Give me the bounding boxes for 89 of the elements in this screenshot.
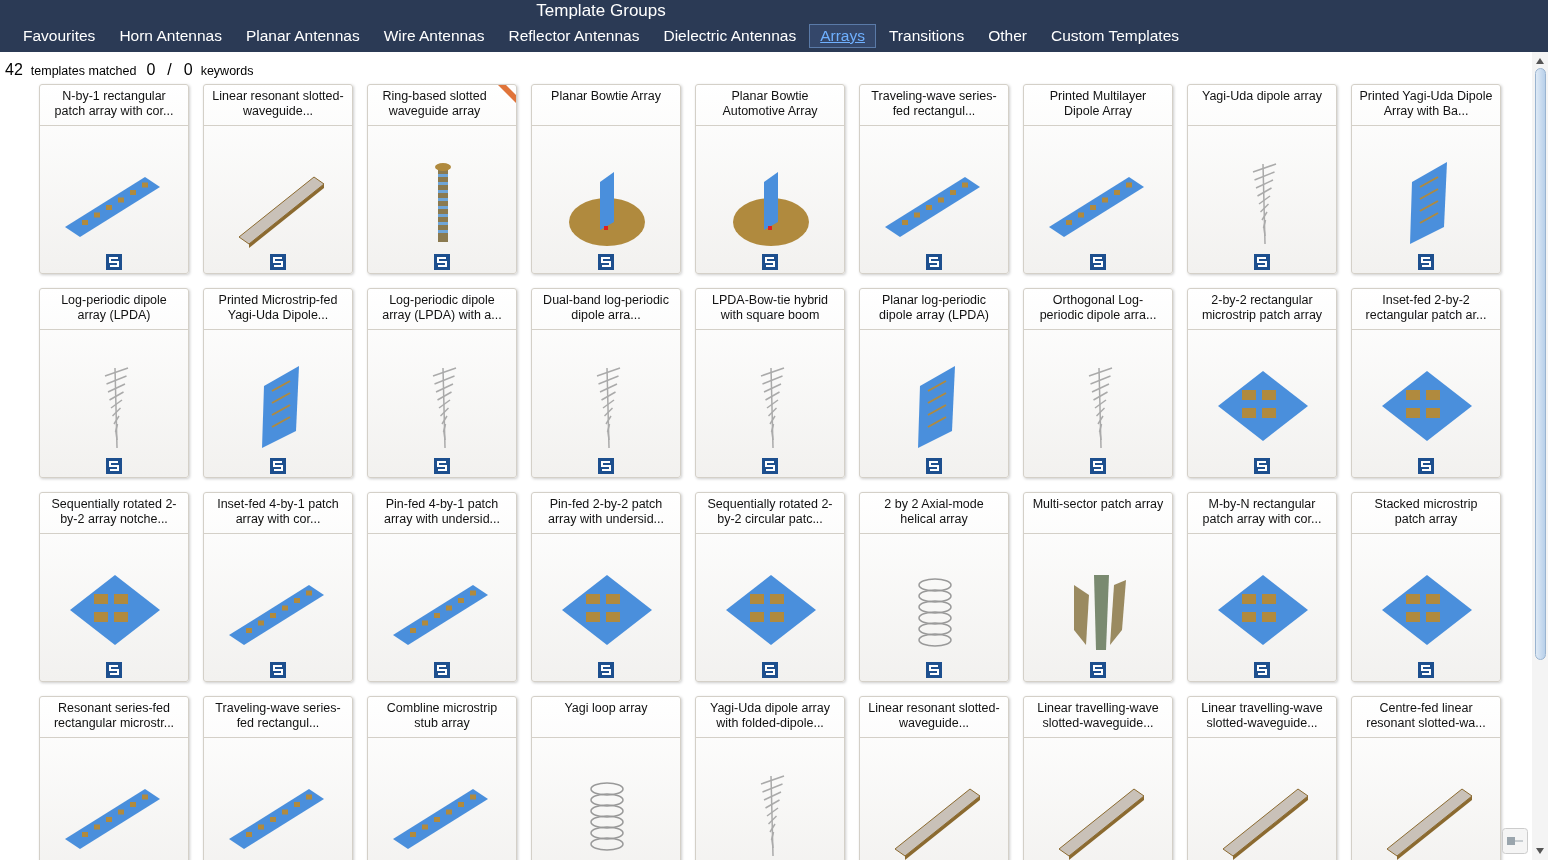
template-card[interactable]: Pin-fed 4-by-1 patch array with undersid... — [367, 492, 517, 682]
template-card[interactable]: Pin-fed 2-by-2 patch array with undersid... — [531, 492, 681, 682]
template-card[interactable]: Yagi-Uda dipole array with folded-dipole... — [695, 696, 845, 860]
template-title: Printed Multilayer Dipole Array — [1048, 89, 1148, 120]
template-card[interactable]: Traveling-wave series-fed rectangul... — [203, 696, 353, 860]
template-title: Planar Bowtie Automotive Array — [721, 89, 819, 120]
template-title: Traveling-wave series-fed rectangul... — [214, 701, 342, 732]
template-card[interactable]: Printed Microstrip-fed Yagi-Uda Dipole... — [203, 288, 353, 478]
keyword-label: keywords — [200, 63, 254, 80]
template-card[interactable]: Sequentially rotated 2-by-2 circular patc... — [695, 492, 845, 682]
template-card[interactable]: Printed Yagi-Uda Dipole Array with Ba... — [1351, 84, 1501, 274]
match-label: templates matched — [30, 63, 137, 80]
template-title: Inset-fed 2-by-2 rectangular patch ar... — [1364, 293, 1488, 324]
template-card[interactable]: 2-by-2 rectangular microstrip patch array — [1187, 288, 1337, 478]
separator: / — [167, 60, 172, 80]
template-title: Pin-fed 2-by-2 patch array with undersid... — [547, 497, 665, 528]
group-tab[interactable]: Favourites — [12, 24, 107, 48]
template-title: Orthogonal Log-periodic dipole arra... — [1038, 293, 1158, 324]
template-title: N-by-1 rectangular patch array with cor... — [53, 89, 175, 120]
template-card[interactable]: Resonant series-fed rectangular microstr... — [39, 696, 189, 860]
template-title: LPDA-Bow-tie hybrid with square boom — [711, 293, 829, 324]
group-tab[interactable]: Reflector Antennas — [497, 24, 651, 48]
template-card[interactable]: Log-periodic dipole array (LPDA) with a... — [367, 288, 517, 478]
keyword-total: 0 — [183, 60, 193, 80]
header-title: Template Groups — [536, 0, 666, 22]
template-card[interactable]: Log-periodic dipole array (LPDA) — [39, 288, 189, 478]
match-count: 42 — [5, 60, 23, 80]
group-tab[interactable]: Horn Antennas — [108, 24, 233, 48]
template-card[interactable]: Sequentially rotated 2-by-2 array notche... — [39, 492, 189, 682]
template-title: Log-periodic dipole array (LPDA) — [60, 293, 168, 324]
template-card[interactable]: Dual-band log-periodic dipole arra... — [531, 288, 681, 478]
group-tab[interactable]: Arrays — [809, 24, 876, 48]
group-tab[interactable]: Wire Antennas — [372, 24, 496, 48]
group-tab[interactable]: Custom Templates — [1039, 24, 1191, 48]
template-card[interactable]: N-by-1 rectangular patch array with cor... — [39, 84, 189, 274]
template-title: Linear travelling-wave slotted-waveguide... — [1036, 701, 1160, 732]
keyword-matched: 0 — [146, 60, 156, 80]
template-title: Resonant series-fed rectangular microstr... — [52, 701, 176, 732]
template-card[interactable]: Ring-based slotted waveguide array — [367, 84, 517, 274]
template-title: Yagi-Uda dipole array with folded-dipole... — [709, 701, 831, 732]
template-title: 2-by-2 rectangular microstrip patch array — [1200, 293, 1324, 324]
template-title: Yagi-Uda dipole array — [1202, 89, 1322, 105]
template-title: Combline microstrip stub array — [385, 701, 499, 732]
template-title: Inset-fed 4-by-1 patch array with cor... — [216, 497, 340, 528]
template-title: Centre-fed linear resonant slotted-wa... — [1365, 701, 1487, 732]
template-title: Printed Yagi-Uda Dipole Array with Ba... — [1359, 89, 1493, 120]
template-card[interactable]: Yagi loop array — [531, 696, 681, 860]
template-card[interactable]: 2 by 2 Axial-mode helical array — [859, 492, 1009, 682]
template-card[interactable]: Planar log-periodic dipole array (LPDA) — [859, 288, 1009, 478]
template-card[interactable]: Traveling-wave series-fed rectangul... — [859, 84, 1009, 274]
template-card[interactable]: Linear resonant slotted-waveguide... — [203, 84, 353, 274]
template-card[interactable]: Linear resonant slotted-waveguide... — [859, 696, 1009, 860]
template-title: Sequentially rotated 2-by-2 circular patc... — [706, 497, 834, 528]
template-title: Linear resonant slotted-waveguide... — [867, 701, 1001, 732]
template-title: Multi-sector patch array — [1032, 497, 1164, 513]
template-title: Traveling-wave series-fed rectangul... — [870, 89, 998, 120]
template-title: Printed Microstrip-fed Yagi-Uda Dipole... — [217, 293, 339, 324]
template-title: M-by-N rectangular patch array with cor... — [1201, 497, 1323, 528]
template-card[interactable]: Inset-fed 2-by-2 rectangular patch ar... — [1351, 288, 1501, 478]
group-tab[interactable]: Dielectric Antennas — [652, 24, 808, 48]
group-tab[interactable]: Other — [977, 24, 1038, 48]
template-card[interactable]: LPDA-Bow-tie hybrid with square boom — [695, 288, 845, 478]
template-card[interactable]: Stacked microstrip patch array — [1351, 492, 1501, 682]
template-title: Sequentially rotated 2-by-2 array notche... — [50, 497, 178, 528]
template-title: Stacked microstrip patch array — [1373, 497, 1479, 528]
template-title: Dual-band log-periodic dipole arra... — [542, 293, 670, 324]
template-title: Yagi loop array — [564, 701, 648, 717]
template-title: Log-periodic dipole array (LPDA) with a... — [381, 293, 503, 324]
template-card[interactable]: Multi-sector patch array — [1023, 492, 1173, 682]
template-title: 2 by 2 Axial-mode helical array — [883, 497, 985, 528]
template-card[interactable]: Linear travelling-wave slotted-waveguide... — [1023, 696, 1173, 860]
template-title: Ring-based slotted waveguide array — [381, 89, 488, 120]
template-card[interactable]: M-by-N rectangular patch array with cor... — [1187, 492, 1337, 682]
template-title: Planar log-periodic dipole array (LPDA) — [878, 293, 990, 324]
template-card[interactable]: Combline microstrip stub array — [367, 696, 517, 860]
group-tab[interactable]: Transitions — [877, 24, 976, 48]
template-title: Planar Bowtie Array — [551, 89, 661, 105]
template-card[interactable]: Orthogonal Log-periodic dipole arra... — [1023, 288, 1173, 478]
template-title: Linear travelling-wave slotted-waveguide... — [1200, 701, 1324, 732]
template-card[interactable]: Centre-fed linear resonant slotted-wa... — [1351, 696, 1501, 860]
template-title: Pin-fed 4-by-1 patch array with undersid... — [383, 497, 501, 528]
template-card[interactable]: Planar Bowtie Array — [531, 84, 681, 274]
template-card[interactable]: Yagi-Uda dipole array — [1187, 84, 1337, 274]
template-title: Linear resonant slotted-waveguide... — [211, 89, 345, 120]
template-card[interactable]: Linear travelling-wave slotted-waveguide... — [1187, 696, 1337, 860]
template-card[interactable]: Inset-fed 4-by-1 patch array with cor... — [203, 492, 353, 682]
group-tab[interactable]: Planar Antennas — [234, 24, 371, 48]
template-card[interactable]: Printed Multilayer Dipole Array — [1023, 84, 1173, 274]
template-card[interactable]: Planar Bowtie Automotive Array — [695, 84, 845, 274]
